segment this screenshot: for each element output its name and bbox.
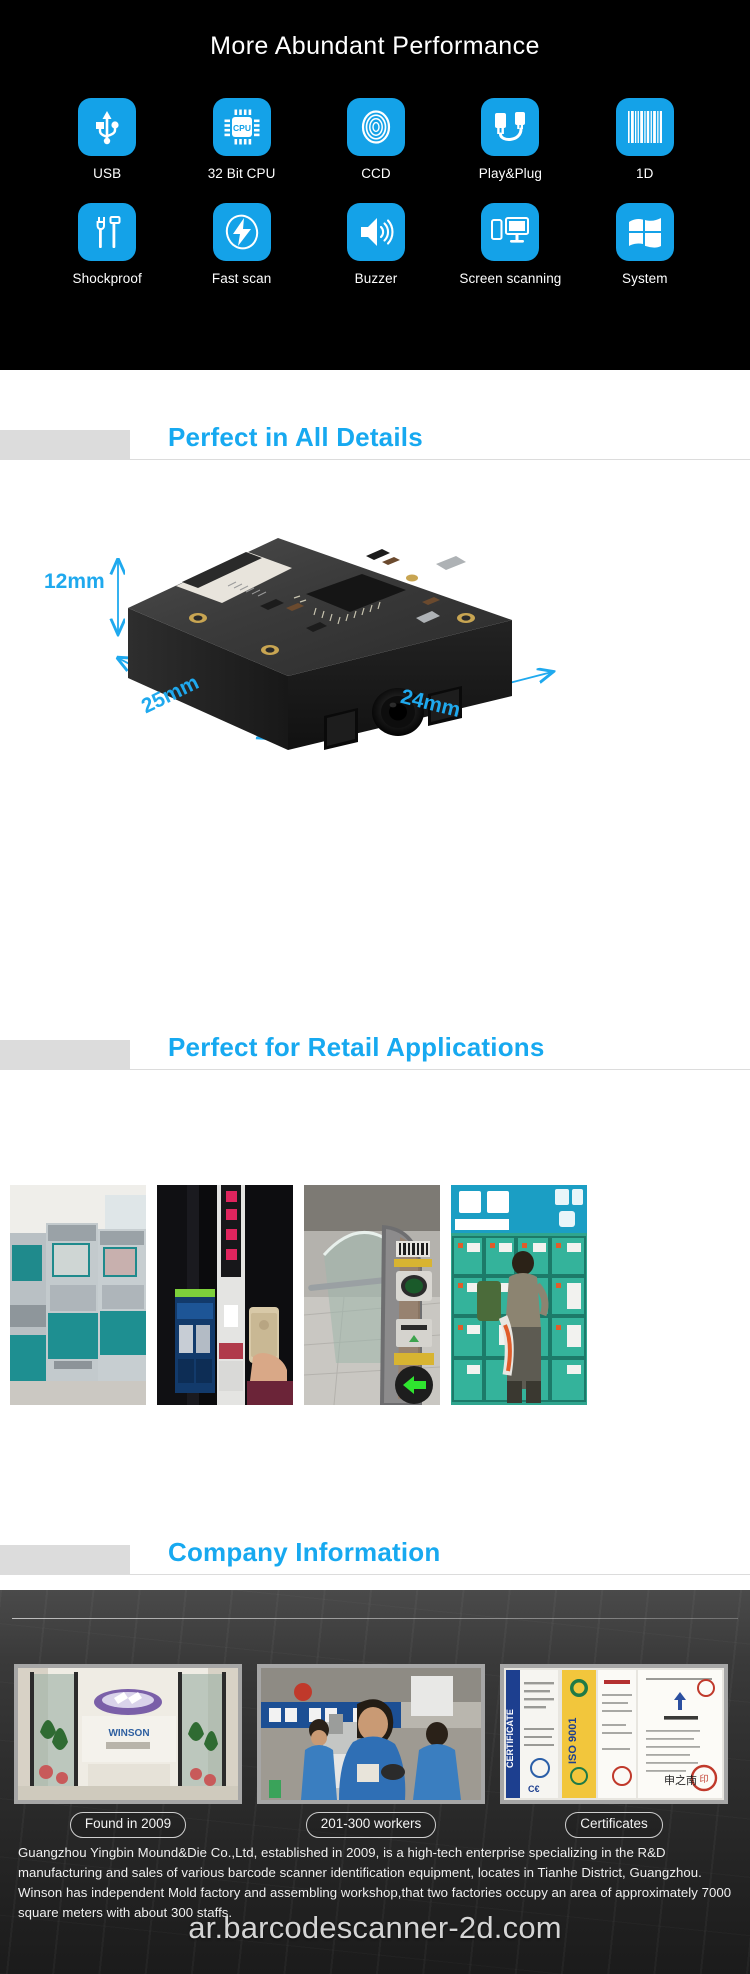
- divider: [12, 1618, 738, 1619]
- caption-slot: Found in 2009: [14, 1812, 242, 1838]
- feature-label: Shockproof: [72, 271, 142, 286]
- feature-label: CCD: [361, 166, 391, 181]
- header-grey-block: [0, 1545, 130, 1574]
- feature-label: 1D: [636, 166, 654, 181]
- cpu-chip-icon: CPU: [212, 98, 271, 156]
- svg-text:CERTIFICATE: CERTIFICATE: [505, 1709, 515, 1768]
- header-grey-block: [0, 1040, 130, 1069]
- feature-item-system[interactable]: System: [578, 203, 712, 286]
- feature-item-usb[interactable]: USB: [40, 98, 174, 181]
- caption-slot: Certificates: [500, 1812, 728, 1838]
- svg-text:印: 印: [699, 1773, 708, 1784]
- usb-icon: [78, 98, 137, 156]
- lightning-bolt-icon: [212, 203, 271, 261]
- section-title: Company Information: [168, 1537, 441, 1567]
- photo-ticket-vending-machine-phone-scan: [157, 1185, 293, 1405]
- photo-certificates-display: CERTIFICATE C€ ISO 9001 印 申之南: [500, 1664, 728, 1804]
- section-title: Perfect for Retail Applications: [168, 1032, 545, 1062]
- barcode-1d-icon: [615, 98, 674, 156]
- feature-item-buzzer[interactable]: Buzzer: [309, 203, 443, 286]
- photo-subway-turnstile-gate: [304, 1185, 440, 1405]
- header-grey-block: [0, 430, 130, 459]
- feature-item-shockproof[interactable]: Shockproof: [40, 203, 174, 286]
- svg-text:ISO 9001: ISO 9001: [567, 1718, 579, 1764]
- features-title: More Abundant Performance: [210, 32, 540, 60]
- feature-label: Fast scan: [211, 271, 272, 286]
- ccd-sensor-icon: [346, 98, 405, 156]
- speaker-icon: [346, 203, 405, 261]
- dimension-height-label: 12mm: [44, 570, 105, 593]
- photo-bank-self-service-kiosks: [10, 1185, 146, 1405]
- feature-item-screen-scanning[interactable]: Screen scanning: [443, 203, 577, 286]
- feature-item-cpu[interactable]: CPU 32 Bit CPU: [174, 98, 308, 181]
- section-header-details: Perfect in All Details: [0, 420, 750, 460]
- section-header-company: Company Information: [0, 1535, 750, 1575]
- caption-found-in: Found in 2009: [69, 1812, 187, 1838]
- company-photo-row: WINSON CERTIFICATE C€ ISO 9001 印 申之南: [14, 1664, 736, 1804]
- retail-photo-row: [10, 1185, 740, 1405]
- feature-icon-grid: USB CPU 32 Bit CPU CCD Play&Plug 1D Shoc…: [40, 98, 712, 286]
- photo-storage-locker-station: [451, 1185, 587, 1405]
- feature-item-play-and-plug[interactable]: Play&Plug: [443, 98, 577, 181]
- features-section: More Abundant Performance USB CPU 32 Bit…: [0, 0, 750, 370]
- windows-logo-icon: [615, 203, 674, 261]
- feature-item-ccd[interactable]: CCD: [309, 98, 443, 181]
- product-module-image: [110, 490, 580, 755]
- feature-item-fast-scan[interactable]: Fast scan: [174, 203, 308, 286]
- company-caption-row: Found in 2009 201-300 workers Certificat…: [14, 1812, 736, 1838]
- section-title: Perfect in All Details: [168, 422, 423, 452]
- photo-factory-workshop-workers: [257, 1664, 485, 1804]
- feature-label: Play&Plug: [478, 166, 542, 181]
- feature-label: USB: [93, 166, 122, 181]
- plug-and-play-icon: [481, 98, 540, 156]
- feature-label: Buzzer: [354, 271, 398, 286]
- photo-company-entrance-lobby: WINSON: [14, 1664, 242, 1804]
- svg-text:WINSON: WINSON: [108, 1728, 149, 1739]
- svg-text:C€: C€: [528, 1784, 540, 1794]
- tools-icon: [78, 203, 137, 261]
- feature-label: System: [621, 271, 668, 286]
- section-header-retail: Perfect for Retail Applications: [0, 1030, 750, 1070]
- caption-workers: 201-300 workers: [305, 1812, 437, 1838]
- svg-text:申之南: 申之南: [664, 1773, 697, 1787]
- screen-scanning-icon: [481, 203, 540, 261]
- product-detail-section: 12mm 25mm 24mm: [0, 470, 750, 800]
- feature-label: 32 Bit CPU: [207, 166, 276, 181]
- feature-item-1d[interactable]: 1D: [578, 98, 712, 181]
- feature-label: Screen scanning: [459, 271, 562, 286]
- caption-certificates: Certificates: [565, 1812, 663, 1838]
- site-watermark: ar.barcodescanner-2d.com: [188, 1910, 562, 1945]
- caption-slot: 201-300 workers: [257, 1812, 485, 1838]
- svg-text:CPU: CPU: [233, 123, 251, 133]
